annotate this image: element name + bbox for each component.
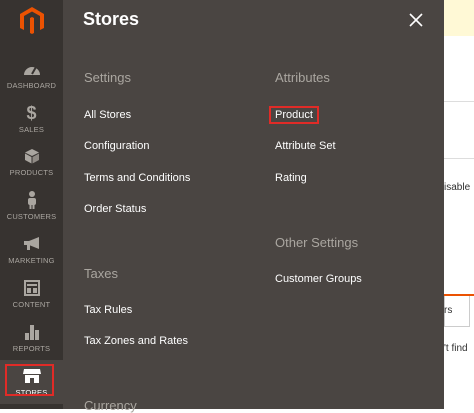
sidebar-item-marketing[interactable]: MARKETING (0, 228, 63, 272)
menu-link-rating[interactable]: Rating (275, 172, 307, 184)
menu-link-terms-and-conditions[interactable]: Terms and Conditions (84, 172, 190, 184)
panel-title: Stores (83, 9, 140, 29)
menu-link-all-stores[interactable]: All Stores (84, 109, 131, 121)
sidebar-item-label: SALES (18, 125, 45, 134)
sidebar-item-label: REPORTS (12, 344, 51, 353)
sidebar-item-content[interactable]: CONTENT (0, 272, 63, 316)
divider (444, 101, 474, 102)
layout-icon (23, 279, 40, 297)
group-title-other-settings: Other Settings (275, 235, 359, 250)
sidebar-item-dashboard[interactable]: DASHBOARD (0, 53, 63, 97)
magento-logo[interactable] (0, 0, 63, 42)
sidebar-item-label: CONTENT (12, 300, 51, 309)
group-title-currency: Currency (84, 398, 137, 413)
menu-link-configuration[interactable]: Configuration (84, 140, 149, 152)
sidebar-item-reports[interactable]: REPORTS (0, 316, 63, 360)
close-icon (409, 13, 423, 27)
notice-bar (444, 0, 474, 36)
stores-menu-panel: Stores Settings All Stores Configuration… (63, 0, 444, 413)
menu-link-attribute-set[interactable]: Attribute Set (275, 140, 336, 152)
background-text: isable (444, 182, 471, 193)
sidebar-item-customers[interactable]: CUSTOMERS (0, 184, 63, 228)
admin-sidebar: DASHBOARD $ SALES PRODUCTS CUSTOMERS MAR… (0, 0, 63, 409)
cube-icon (24, 147, 40, 165)
group-title-settings: Settings (84, 70, 131, 85)
dollar-icon: $ (26, 102, 37, 123)
divider (444, 158, 474, 159)
menu-link-product[interactable]: Product (269, 106, 319, 124)
close-button[interactable] (406, 10, 426, 30)
group-title-taxes: Taxes (84, 266, 118, 281)
magento-logo-icon (19, 7, 44, 34)
sidebar-item-label: PRODUCTS (9, 168, 54, 177)
menu-link-customer-groups[interactable]: Customer Groups (275, 273, 362, 285)
background-tab-label: rs (444, 305, 453, 316)
menu-link-order-status[interactable]: Order Status (84, 203, 146, 215)
group-title-attributes: Attributes (275, 70, 330, 85)
sidebar-item-label: MARKETING (8, 256, 55, 265)
speedometer-icon (23, 60, 41, 78)
megaphone-icon (23, 235, 41, 253)
background-text: 't find (444, 343, 468, 354)
person-icon (26, 191, 38, 209)
menu-link-tax-rules[interactable]: Tax Rules (84, 304, 132, 316)
storefront-icon (22, 367, 41, 385)
bar-chart-icon (24, 323, 40, 341)
sidebar-item-stores[interactable]: STORES (0, 360, 63, 404)
sidebar-item-label: DASHBOARD (6, 81, 57, 90)
sidebar-item-label: STORES (15, 388, 48, 397)
sidebar-item-label: CUSTOMERS (6, 212, 57, 221)
background-tab[interactable]: rs (444, 296, 470, 327)
sidebar-item-products[interactable]: PRODUCTS (0, 140, 63, 184)
sidebar-item-sales[interactable]: $ SALES (0, 97, 63, 141)
menu-link-tax-zones-and-rates[interactable]: Tax Zones and Rates (84, 335, 188, 347)
